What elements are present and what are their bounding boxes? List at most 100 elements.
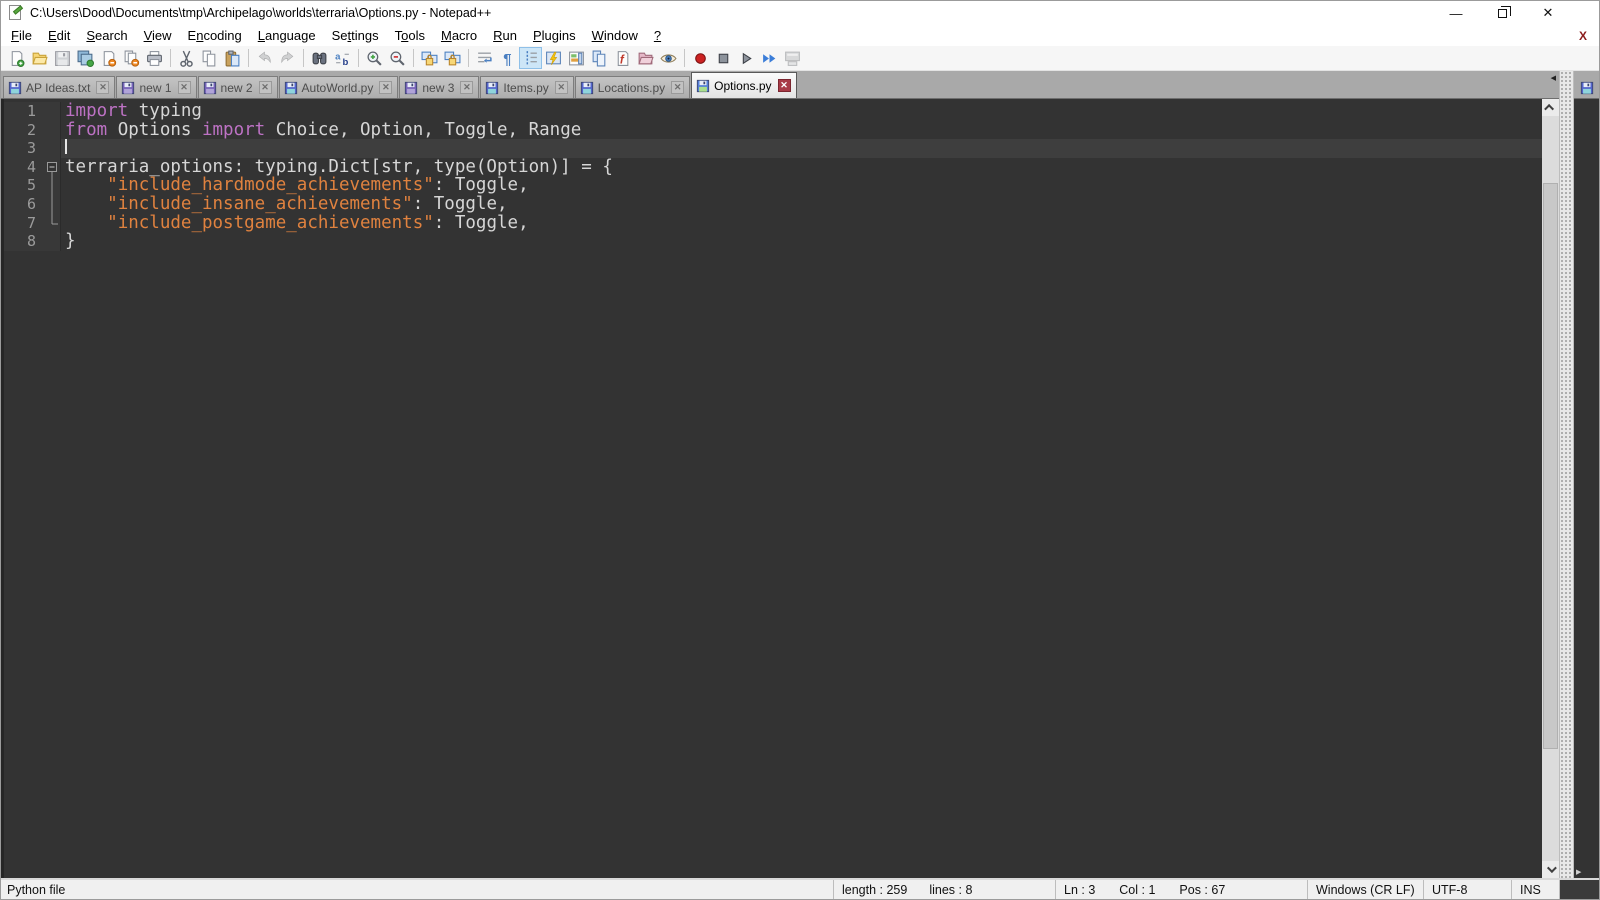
menu-plugins[interactable]: Plugins [525,26,584,45]
menu-edit[interactable]: Edit [40,26,78,45]
tab-items.py[interactable]: Items.py ✕ [480,76,574,98]
code-text: from Options import Choice, Option, Togg… [65,119,582,140]
tab-close-icon[interactable]: ✕ [460,81,474,94]
tab-close-icon[interactable]: ✕ [258,81,272,94]
code-line[interactable]: 8} [4,232,1542,251]
statusbar-corner [1559,880,1599,899]
document-switcher-icon [592,50,606,66]
tab-new-2[interactable]: new 2 ✕ [197,76,278,98]
macro-play-button[interactable] [735,47,758,69]
replace-button[interactable]: ab [331,47,354,69]
undo-icon [258,50,271,63]
minimize-button[interactable]: — [1433,1,1479,25]
save-all-button[interactable] [74,47,97,69]
macro-record-icon [695,52,706,64]
code-line[interactable]: 2 from Options import Choice, Option, Tog… [4,119,1542,140]
monitoring-button[interactable] [657,47,680,69]
sync-horizontal-button[interactable] [441,47,464,69]
menu-settings[interactable]: Settings [324,26,387,45]
tab-close-icon[interactable]: ✕ [96,81,110,94]
tabbar: AP Ideas.txt ✕ new 1 ✕ new 2 ✕ AutoWorld.py ✕ ne… [1,71,1559,98]
code-editor[interactable]: 1 import typing 2 from Options import Choic… [1,99,1542,878]
menu-[interactable]: ? [646,26,669,45]
sync-vertical-button[interactable] [418,47,441,69]
tab-close-icon[interactable]: ✕ [777,79,791,92]
macro-stop-button[interactable] [712,47,735,69]
close-button[interactable]: ✕ [1525,1,1571,25]
redo-icon [281,50,294,63]
code-line[interactable]: 7 "include_postgame_achievements": Toggl… [4,213,1542,233]
tab-ap-ideas.txt[interactable]: AP Ideas.txt ✕ [3,76,116,98]
notepad-plus-plus-icon [8,5,24,21]
tab-new-3[interactable]: new 3 ✕ [399,76,480,98]
code-text: import typing [65,101,202,121]
tab-close-icon[interactable]: ✕ [379,81,393,94]
paste-button[interactable] [221,47,244,69]
menu-encoding[interactable]: Encoding [180,26,250,45]
menu-macro[interactable]: Macro [433,26,485,45]
file-icon [122,81,135,94]
fold-collapse-icon[interactable] [44,157,61,177]
secondary-view-editor[interactable]: ▶ [1574,98,1599,878]
print-button[interactable] [143,47,166,69]
code-line[interactable]: 1 import typing [4,102,1542,121]
tab-autoworld.py[interactable]: AutoWorld.py ✕ [278,76,399,98]
show-all-characters-button[interactable]: ¶ [496,47,519,69]
scroll-up-icon[interactable] [1542,99,1559,116]
function-completion-button[interactable] [542,47,565,69]
find-icon [312,52,327,64]
show-all-characters-icon: ¶ [503,51,511,66]
tab-close-icon[interactable]: ✕ [177,81,191,94]
menu-view[interactable]: View [136,26,180,45]
menu-window[interactable]: Window [584,26,646,45]
function-list-button[interactable]: f [611,47,634,69]
macro-record-button[interactable] [689,47,712,69]
tab-label: new 3 [422,80,455,95]
save-file-button[interactable] [51,47,74,69]
undo-button[interactable] [253,47,276,69]
redo-button[interactable] [276,47,299,69]
tab-close-icon[interactable]: ✕ [671,81,685,94]
code-line[interactable]: 5 "include_hardmode_achievements": Toggl… [4,176,1542,196]
open-file-button[interactable] [28,47,51,69]
new-file-button[interactable] [5,47,28,69]
close-file-button[interactable] [97,47,120,69]
restore-button[interactable] [1479,1,1525,25]
vertical-scrollbar[interactable] [1542,99,1559,878]
close-all-button[interactable] [120,47,143,69]
cut-button[interactable] [175,47,198,69]
close-document-x[interactable]: X [1575,29,1591,43]
tab-options.py[interactable]: Options.py ✕ [691,72,797,98]
code-line[interactable]: 3 [4,139,1542,158]
scroll-down-icon[interactable] [1542,861,1559,878]
find-button[interactable] [308,47,331,69]
tab-label: Locations.py [597,80,666,95]
macro-run-multiple-button[interactable] [758,47,781,69]
document-map-button[interactable] [565,47,588,69]
document-switcher-button[interactable] [588,47,611,69]
menu-search[interactable]: Search [78,26,135,45]
code-line[interactable]: 4 terraria_options: typing.Dict[str, type… [4,157,1542,177]
scrollbar-thumb[interactable] [1543,183,1558,750]
show-indent-guide-button[interactable] [519,47,542,69]
zoom-out-button[interactable] [386,47,409,69]
menu-tools[interactable]: Tools [387,26,433,45]
secondary-view-tab[interactable] [1574,71,1599,98]
tab-new-1[interactable]: new 1 ✕ [116,76,197,98]
folder-as-workspace-button[interactable] [634,47,657,69]
scroll-right-icon[interactable]: ▶ [1576,868,1581,876]
menu-file[interactable]: File [3,26,40,45]
line-number: 2 [4,120,44,140]
word-wrap-button[interactable] [473,47,496,69]
menu-run[interactable]: Run [485,26,525,45]
view-splitter[interactable] [1559,71,1574,878]
zoom-in-button[interactable] [363,47,386,69]
menu-language[interactable]: Language [250,26,324,45]
tab-locations.py[interactable]: Locations.py ✕ [574,76,691,98]
macro-save-button[interactable] [781,47,804,69]
svg-text:¶: ¶ [503,51,511,66]
tab-scroll-left-icon[interactable]: ◀ [1551,75,1556,83]
tab-close-icon[interactable]: ✕ [554,81,568,94]
copy-button[interactable] [198,47,221,69]
code-line[interactable]: 6 "include_insane_achievements": Toggle, [4,195,1542,214]
